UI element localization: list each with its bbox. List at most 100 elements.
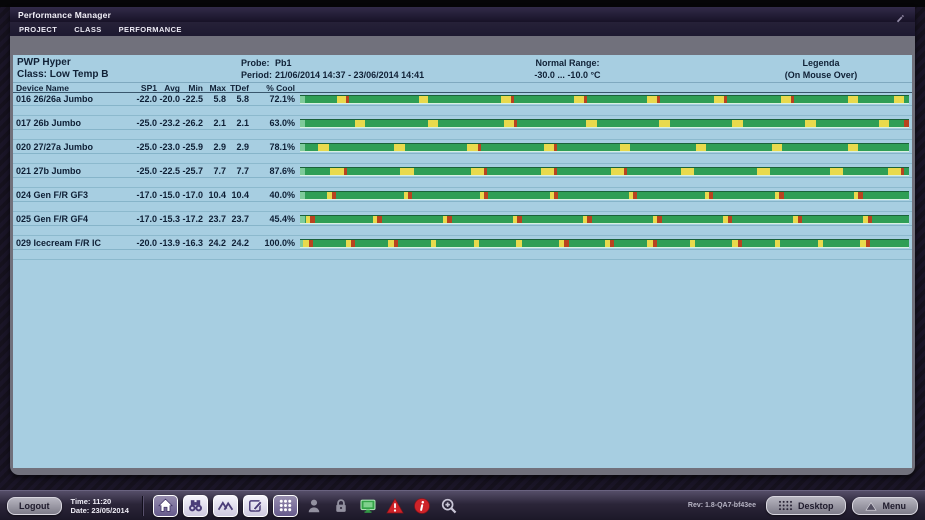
device-row[interactable]: 025 Gen F/R GF4 -17.0 -15.3 -17.2 23.7 2… [13, 213, 912, 226]
desktop-button[interactable]: Desktop [766, 496, 846, 515]
alarm-mark [901, 168, 904, 175]
menu-performance[interactable]: PERFORMANCE [119, 25, 182, 34]
table-row: 016 26/26a Jumbo -22.0 -20.0 -22.5 5.8 5… [13, 93, 912, 117]
device-name: 024 Gen F/R GF3 [16, 190, 134, 200]
defrost-mark [894, 96, 904, 103]
period-label: Period: [241, 69, 275, 81]
tdef-value: 23.7 [226, 214, 249, 224]
max-value: 2.9 [203, 142, 226, 152]
monitor-icon[interactable] [357, 495, 379, 517]
cool-percent: 45.4% [249, 214, 295, 224]
sp1-value: -25.0 [134, 142, 157, 152]
alarm-mark [791, 96, 794, 103]
alarm-mark [344, 168, 347, 175]
info-icon[interactable] [411, 495, 433, 517]
defrost-mark [574, 96, 584, 103]
zoom-icon[interactable] [438, 495, 460, 517]
alarm-mark [728, 216, 732, 223]
home-icon[interactable] [153, 495, 178, 517]
alarm-mark [709, 192, 713, 199]
defrost-mark [330, 168, 343, 175]
row-spacer [13, 226, 912, 236]
defrost-mark [805, 120, 815, 127]
defrost-mark [714, 96, 724, 103]
normal-range-value: -30.0 ... -10.0 °C [490, 69, 645, 81]
device-name: 020 27/27a Jumbo [16, 142, 134, 152]
device-name: 021 27b Jumbo [16, 166, 134, 176]
edit-icon[interactable] [243, 495, 268, 517]
row-spacer [13, 154, 912, 164]
menu-project[interactable]: PROJECT [19, 25, 57, 34]
tdef-value: 10.4 [226, 190, 249, 200]
defrost-mark [504, 120, 514, 127]
alarm-mark [724, 96, 727, 103]
alarm-mark [633, 192, 637, 199]
device-row[interactable]: 020 27/27a Jumbo -25.0 -23.0 -25.9 2.9 2… [13, 141, 912, 154]
device-row[interactable]: 029 Icecream F/R IC -20.0 -13.9 -16.3 24… [13, 237, 912, 250]
performance-manager-window: Performance Manager PROJECT CLASS PERFOR… [10, 7, 915, 475]
min-value: -16.3 [180, 238, 203, 248]
defrost-mark [620, 144, 630, 151]
menu-class[interactable]: CLASS [74, 25, 101, 34]
alarm-mark [517, 216, 521, 223]
alarm-mark [514, 120, 517, 127]
col-device-name: Device Name [16, 83, 134, 93]
avg-value: -23.0 [157, 142, 180, 152]
lock-icon[interactable] [330, 495, 352, 517]
alarm-mark [798, 216, 802, 223]
report-header: PWP Hyper Class: Low Temp B Probe:Pb1 Pe… [13, 55, 912, 83]
project-class-block: PWP Hyper Class: Low Temp B [17, 57, 109, 81]
defrost-mark [431, 240, 436, 247]
user-icon[interactable] [303, 495, 325, 517]
warning-icon[interactable] [384, 495, 406, 517]
defrost-mark [541, 168, 554, 175]
sp1-value: -25.0 [134, 118, 157, 128]
defrost-mark [611, 168, 624, 175]
defrost-mark [659, 120, 669, 127]
sp1-value: -22.0 [134, 94, 157, 104]
alarm-mark [584, 96, 587, 103]
device-row[interactable]: 021 27b Jumbo -25.0 -22.5 -25.7 7.7 7.7 … [13, 165, 912, 178]
binoculars-icon[interactable] [183, 495, 208, 517]
screen-bezel [0, 0, 925, 7]
alarm-mark [332, 192, 336, 199]
table-row: 017 26b Jumbo -25.0 -23.2 -26.2 2.1 2.1 … [13, 117, 912, 141]
min-value: -22.5 [180, 94, 203, 104]
min-value: -17.2 [180, 214, 203, 224]
performance-bar[interactable] [300, 239, 909, 248]
avg-value: -15.3 [157, 214, 180, 224]
alarm-mark [484, 192, 488, 199]
logout-button[interactable]: Logout [7, 497, 62, 515]
device-row[interactable]: 017 26b Jumbo -25.0 -23.2 -26.2 2.1 2.1 … [13, 117, 912, 130]
performance-bar[interactable] [300, 167, 909, 176]
performance-bar[interactable] [300, 143, 909, 152]
defrost-mark [848, 144, 858, 151]
alarm-mark [554, 144, 557, 151]
performance-bar[interactable] [300, 215, 909, 224]
min-value: -25.9 [180, 142, 203, 152]
device-row[interactable]: 016 26/26a Jumbo -22.0 -20.0 -22.5 5.8 5… [13, 93, 912, 106]
table-row: 020 27/27a Jumbo -25.0 -23.0 -25.9 2.9 2… [13, 141, 912, 165]
device-row[interactable]: 024 Gen F/R GF3 -17.0 -15.0 -17.0 10.4 1… [13, 189, 912, 202]
performance-bar[interactable] [300, 119, 909, 128]
alarm-mark [587, 216, 591, 223]
taskbar-divider [142, 496, 144, 516]
titlebar-pencil-icon[interactable] [895, 10, 905, 20]
table-row: 029 Icecream F/R IC -20.0 -13.9 -16.3 24… [13, 237, 912, 261]
defrost-mark [818, 240, 823, 247]
alarm-mark [858, 192, 862, 199]
chart-icon[interactable] [213, 495, 238, 517]
alarm-mark [564, 240, 568, 247]
window-title: Performance Manager [18, 10, 111, 20]
performance-bar[interactable] [300, 191, 909, 200]
row-spacer [13, 178, 912, 188]
menu-button[interactable]: Menu [852, 497, 919, 515]
clock-block: Time: 11:20 Date: 23/05/2014 [71, 497, 129, 515]
alarm-mark [866, 240, 870, 247]
defrost-mark [879, 120, 889, 127]
alarm-mark [408, 192, 412, 199]
device-name: 029 Icecream F/R IC [16, 238, 134, 248]
performance-bar[interactable] [300, 95, 909, 104]
grid-icon[interactable] [273, 495, 298, 517]
legend-block[interactable]: Legenda (On Mouse Over) [741, 57, 901, 81]
